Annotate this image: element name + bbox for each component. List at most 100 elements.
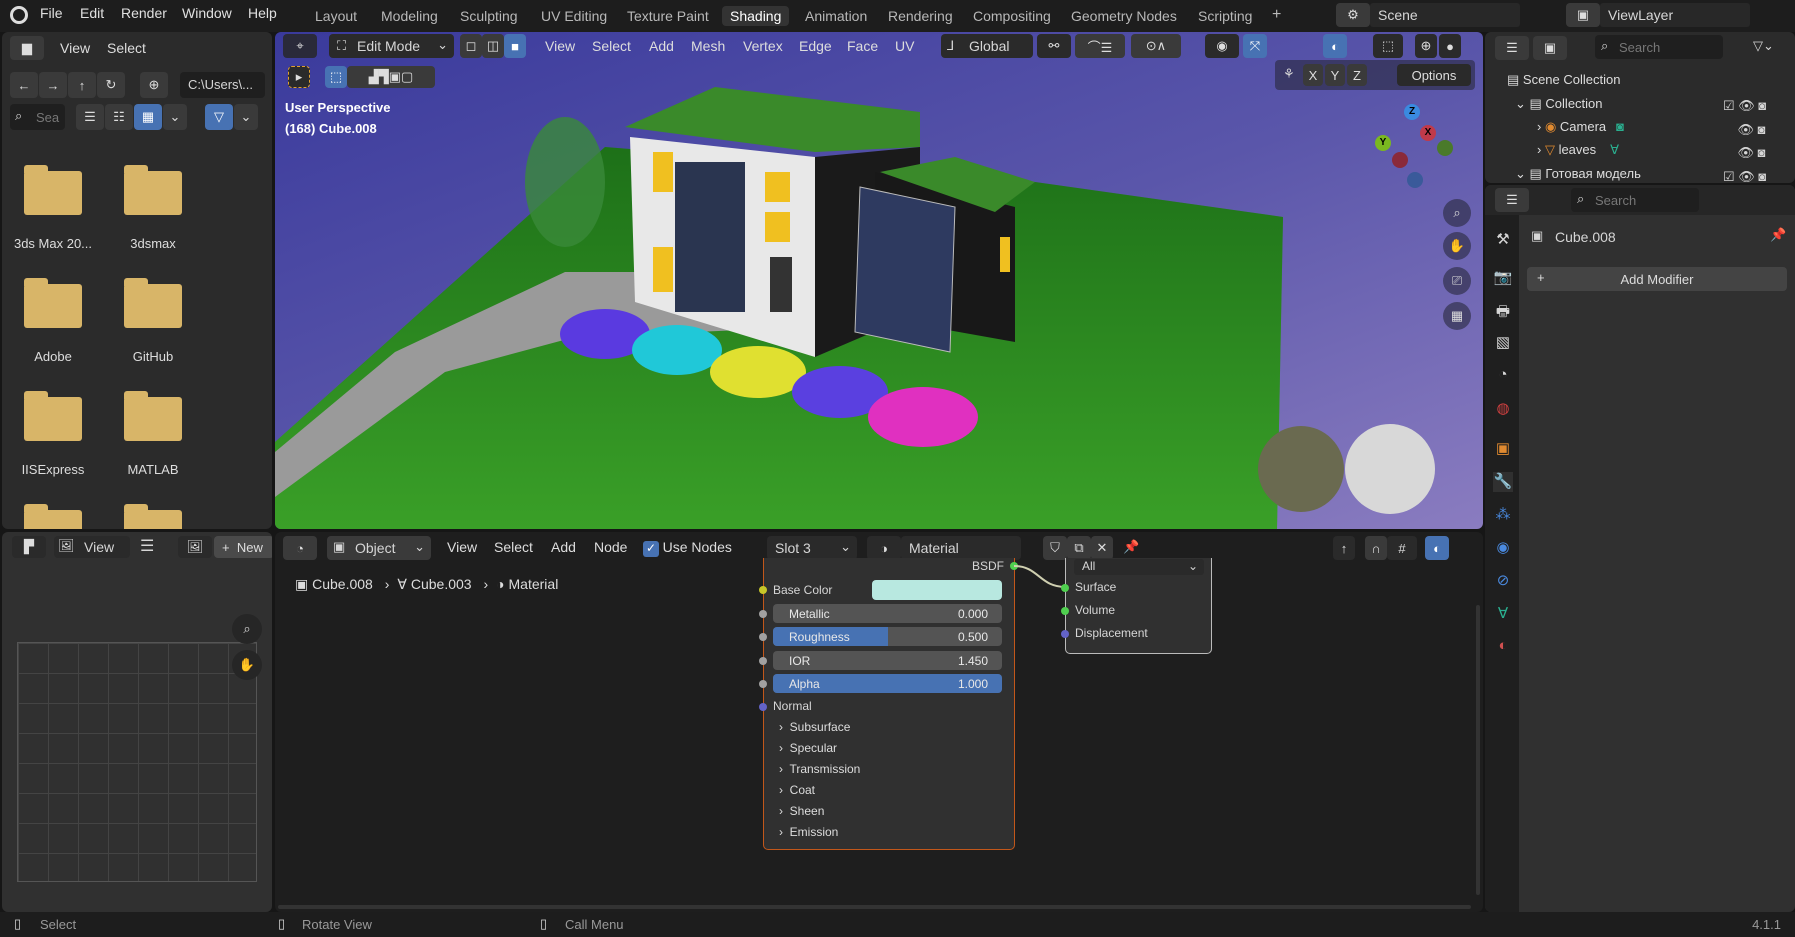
panel-subsurface[interactable]: › Subsurface (779, 720, 850, 734)
menu-window[interactable]: Window (182, 5, 232, 21)
modifier-wrench-icon[interactable]: 🔧 (1493, 472, 1513, 492)
base-color-socket[interactable] (759, 586, 767, 594)
outliner-row[interactable]: ⌄ ▤ Готовая модель (1515, 166, 1641, 182)
tab-layout[interactable]: Layout (307, 6, 365, 26)
snap-icon[interactable]: ⌒☰ (1075, 34, 1125, 58)
horizontal-scrollbar[interactable] (278, 905, 1471, 909)
horizontal-list-icon[interactable]: ☷ (105, 104, 133, 130)
vp-menu-vertex[interactable]: Vertex (743, 38, 783, 54)
visibility-icon[interactable]: ◉ (1205, 34, 1239, 58)
outliner-editor-icon[interactable]: ☰ (1495, 36, 1529, 60)
tab-rendering[interactable]: Rendering (880, 6, 961, 26)
thumbnails-icon[interactable]: ▦ (134, 104, 162, 130)
back-arrow-icon[interactable]: ← (10, 72, 38, 98)
vp-menu-face[interactable]: Face (847, 38, 878, 54)
overlays-icon[interactable]: ◐ (1323, 34, 1347, 58)
fb-menu-view[interactable]: View (60, 40, 90, 56)
output-tab-icon[interactable]: 🖶 (1493, 301, 1513, 321)
pivot-icon[interactable]: ⚯ (1037, 34, 1071, 58)
ior-slider[interactable]: IOR 1.450 (773, 651, 1002, 670)
filter-chevron-down-icon[interactable]: ⌄ (234, 104, 258, 130)
gizmo-neg-y[interactable] (1437, 140, 1453, 156)
constraints-tab-icon[interactable]: ⊘ (1493, 571, 1513, 591)
visibility-toggles[interactable]: ☑ 👁 ◙ 👁 ◙ 👁 ◙ ☑ 👁 ◙ (1723, 94, 1766, 183)
render-tab-icon[interactable]: 📷 (1493, 268, 1513, 288)
path-field[interactable]: C:\Users\... (180, 72, 265, 98)
outliner-row[interactable]: ▤ Scene Collection (1507, 72, 1620, 88)
tab-animation[interactable]: Animation (797, 6, 875, 26)
vp-menu-add[interactable]: Add (649, 38, 674, 54)
properties-search[interactable]: ⌕ Search (1571, 188, 1699, 212)
expand-chevron-icon[interactable]: ⌄ (1515, 96, 1530, 111)
target-dropdown[interactable]: All ⌄ (1074, 559, 1204, 575)
roughness-socket[interactable] (759, 633, 767, 641)
physics-tab-icon[interactable]: ◉ (1493, 538, 1513, 558)
expand-chevron-icon[interactable]: ⌄ (1515, 166, 1530, 181)
pin-icon[interactable]: 📌 (1123, 539, 1139, 555)
refresh-icon[interactable]: ↻ (97, 72, 125, 98)
duplicate-icon[interactable]: ⧉ (1067, 536, 1091, 560)
tab-uv-editing[interactable]: UV Editing (533, 6, 615, 26)
ne-menu-add[interactable]: Add (551, 539, 576, 555)
object-tab-icon[interactable]: ▣ (1493, 439, 1513, 459)
data-tab-icon[interactable]: ∀ (1493, 604, 1513, 624)
snap-icon[interactable]: ∩ (1365, 536, 1387, 560)
menu-edit[interactable]: Edit (80, 5, 104, 21)
vp-menu-edge[interactable]: Edge (799, 38, 832, 54)
browse-image-icon[interactable]: 🖼 (178, 536, 212, 558)
use-nodes-checkbox[interactable]: ✓ Use Nodes (643, 539, 732, 557)
metallic-slider[interactable]: Metallic 0.000 (773, 604, 1002, 623)
scene-selector-icon[interactable]: ⚙ (1336, 3, 1370, 27)
normal-socket[interactable] (759, 703, 767, 711)
ne-menu-view[interactable]: View (447, 539, 477, 555)
add-modifier-button[interactable]: + Add Modifier (1527, 267, 1787, 291)
tab-scripting[interactable]: Scripting (1190, 6, 1260, 26)
zoom-icon[interactable]: ⌕ (232, 614, 262, 644)
roughness-slider[interactable]: Roughness 0.500 (773, 627, 1002, 646)
outliner-row[interactable]: › ◉ Camera ◙ (1537, 119, 1624, 135)
outliner-row[interactable]: ⌄ ▤ Collection (1515, 96, 1603, 112)
menu-file[interactable]: File (40, 5, 63, 21)
pan-hand-icon[interactable]: ✋ (232, 650, 262, 680)
mode-dropdown[interactable]: ⛶ Edit Mode ⌄ (329, 34, 454, 58)
gizmo-neg-x[interactable] (1392, 152, 1408, 168)
display-chevron-down-icon[interactable]: ⌄ (163, 104, 187, 130)
expand-chevron-icon[interactable]: › (1537, 119, 1545, 134)
zoom-icon[interactable]: ⌕ (1443, 199, 1471, 227)
view-menu[interactable]: 🖼 View (54, 536, 130, 558)
tab-shading[interactable]: Shading (722, 6, 790, 26)
viewlayer-icon[interactable]: ▣ (1566, 3, 1600, 27)
panel-emission[interactable]: › Emission (779, 825, 838, 839)
properties-editor-icon[interactable]: ☰ (1495, 188, 1529, 212)
navigation-gizmo[interactable]: Z X Y (1375, 102, 1455, 192)
fake-user-shield-icon[interactable]: ⛉ (1043, 536, 1067, 560)
gizmo-y[interactable]: Y (1375, 135, 1391, 151)
tab-sculpting[interactable]: Sculpting (452, 6, 526, 26)
vertical-scrollbar[interactable] (1476, 605, 1480, 895)
options-dropdown[interactable]: Options (1397, 64, 1471, 86)
material-browse-icon[interactable]: ◑ (867, 536, 901, 560)
face-select-icon[interactable]: ■ (504, 34, 526, 58)
proportional-edit-icon[interactable]: ⊙∧ (1131, 34, 1181, 58)
wireframe-shading-icon[interactable]: ⊕ (1415, 34, 1437, 58)
hamburger-menu-icon[interactable]: ☰ (140, 536, 154, 556)
panel-coat[interactable]: › Coat (779, 783, 815, 797)
gizmo-toggle-icon[interactable]: ⤧ (1243, 34, 1267, 58)
outliner-search[interactable]: ⌕ Search (1595, 35, 1723, 59)
pin-icon[interactable]: 📌 (1770, 227, 1786, 243)
volume-socket[interactable] (1061, 607, 1069, 615)
select-tool-icon[interactable]: ▸ (288, 66, 310, 88)
snap-grid-icon[interactable]: # (1387, 536, 1417, 560)
panel-specular[interactable]: › Specular (779, 741, 837, 755)
alpha-socket[interactable] (759, 680, 767, 688)
display-mode-icon[interactable]: ▣ (1533, 36, 1567, 60)
expand-chevron-icon[interactable]: › (1537, 142, 1545, 157)
xray-icon[interactable]: ⬚ (1373, 34, 1403, 58)
gizmo-x[interactable]: X (1420, 125, 1436, 141)
search-field[interactable]: ⌕ Sea (10, 104, 65, 130)
material-tab-icon[interactable]: ◐ (1493, 637, 1513, 657)
node-editor-type-icon[interactable]: ◔ (283, 536, 317, 560)
ne-menu-select[interactable]: Select (494, 539, 533, 555)
tab-modeling[interactable]: Modeling (373, 6, 446, 26)
ne-menu-node[interactable]: Node (594, 539, 627, 555)
